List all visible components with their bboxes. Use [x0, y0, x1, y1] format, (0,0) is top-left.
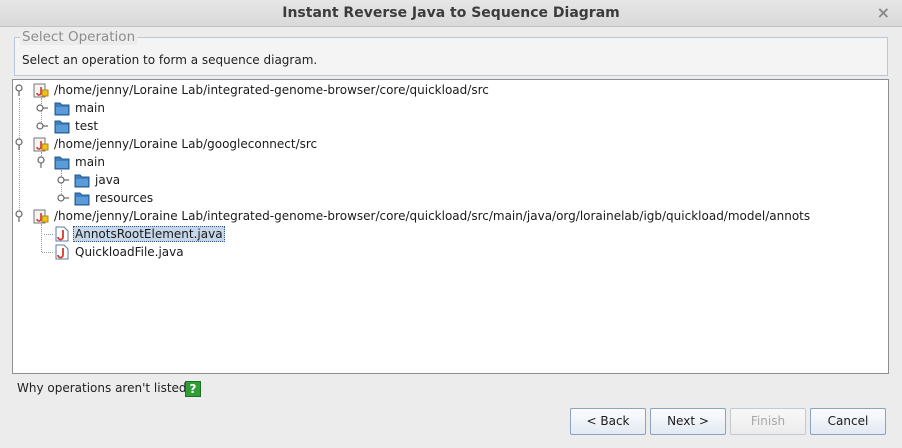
finish-button[interactable]: Finish [730, 408, 806, 435]
tree-node-label: test [75, 119, 99, 133]
tree-node-label: resources [95, 191, 154, 205]
collapsed-handle-icon[interactable] [57, 174, 69, 186]
expanded-handle-icon[interactable] [36, 156, 48, 168]
folder-icon [54, 156, 70, 170]
tree-node-annotsrootelement[interactable]: AnnotsRootElement.java [13, 225, 273, 243]
tree-node-root-quickload[interactable]: /home/jenny/Loraine Lab/integrated-genom… [13, 81, 873, 99]
expanded-handle-icon[interactable] [14, 210, 26, 222]
tree-node-label: /home/jenny/Loraine Lab/googleconnect/sr… [54, 137, 318, 151]
cancel-button[interactable]: Cancel [810, 408, 886, 435]
tree-node-folder-test[interactable]: test [13, 117, 213, 135]
folder-icon [54, 102, 70, 116]
tree-node-label: /home/jenny/Loraine Lab/integrated-genom… [54, 209, 811, 223]
tree-node-label: main [75, 155, 105, 169]
tree-node-label: QuickloadFile.java [75, 245, 184, 259]
tree-node-label: main [75, 101, 105, 115]
tree-node-folder-resources[interactable]: resources [13, 189, 213, 207]
tree-node-root-annots[interactable]: /home/jenny/Loraine Lab/integrated-genom… [13, 207, 883, 225]
back-button[interactable]: < Back [570, 408, 646, 435]
tree-node-label: /home/jenny/Loraine Lab/integrated-genom… [54, 83, 489, 97]
java-package-root-icon [33, 209, 49, 224]
section-description: Select an operation to form a sequence d… [22, 53, 318, 67]
tree-node-quickloadfile[interactable]: QuickloadFile.java [13, 243, 273, 261]
window-titlebar[interactable]: Instant Reverse Java to Sequence Diagram… [0, 0, 902, 27]
next-button[interactable]: Next > [650, 408, 726, 435]
folder-icon [54, 120, 70, 134]
folder-icon [74, 192, 90, 206]
tree-node-folder-java[interactable]: java [13, 171, 213, 189]
close-icon[interactable]: × [877, 0, 890, 25]
tree-node-label: AnnotsRootElement.java [73, 226, 225, 242]
back-button-label: < Back [586, 414, 630, 428]
collapsed-handle-icon[interactable] [36, 102, 48, 114]
expanded-handle-icon[interactable] [14, 84, 26, 96]
tree-node-folder-main[interactable]: main [13, 153, 213, 171]
cancel-button-label: Cancel [827, 414, 869, 428]
collapsed-handle-icon[interactable] [36, 120, 48, 132]
collapsed-handle-icon[interactable] [57, 192, 69, 204]
window-title: Instant Reverse Java to Sequence Diagram [282, 5, 620, 21]
folder-icon [74, 174, 90, 188]
next-button-label: Next > [667, 414, 709, 428]
operation-tree[interactable]: /home/jenny/Loraine Lab/integrated-genom… [12, 79, 889, 374]
expanded-handle-icon[interactable] [14, 138, 26, 150]
finish-button-label: Finish [750, 414, 786, 428]
tree-node-folder-main[interactable]: main [13, 99, 213, 117]
tree-node-label: java [95, 173, 121, 187]
section-legend: Select Operation [20, 29, 138, 45]
tree-node-root-googleconnect[interactable]: /home/jenny/Loraine Lab/googleconnect/sr… [13, 135, 513, 153]
help-link-text[interactable]: Why operations aren't listed? [17, 381, 193, 395]
java-file-icon [55, 226, 69, 242]
java-file-icon [55, 244, 69, 260]
help-icon[interactable]: ? [185, 381, 201, 397]
java-package-root-icon [33, 137, 49, 152]
java-package-root-icon [33, 83, 49, 98]
